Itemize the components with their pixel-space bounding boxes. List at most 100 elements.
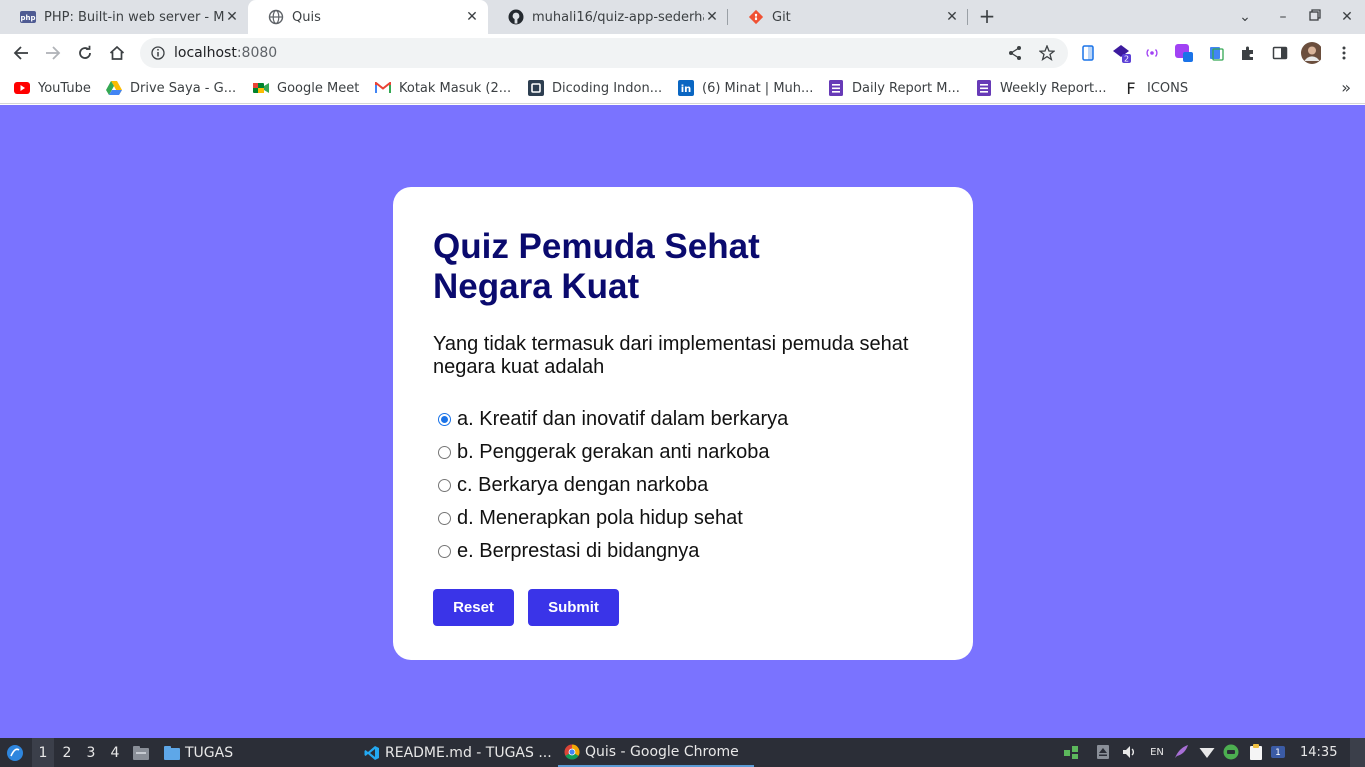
quiz-title: Quiz Pemuda Sehat Negara Kuat: [433, 227, 760, 306]
show-desktop-button[interactable]: [1350, 738, 1365, 767]
profile-avatar[interactable]: [1301, 42, 1321, 64]
bookmark-label: Google Meet: [277, 80, 360, 96]
youtube-icon: [14, 80, 30, 96]
bookmark-dicoding[interactable]: Dicoding Indon...: [528, 78, 662, 98]
bookmark-youtube[interactable]: YouTube: [14, 78, 91, 98]
close-icon[interactable]: ✕: [224, 9, 240, 25]
svg-text:1: 1: [1275, 748, 1281, 758]
bookmark-weekly-report[interactable]: Weekly Report...: [976, 78, 1107, 98]
workspace-1[interactable]: 1: [32, 738, 54, 767]
close-icon[interactable]: ✕: [704, 9, 720, 25]
page-viewport: Quiz Pemuda Sehat Negara Kuat Yang tidak…: [0, 105, 1365, 738]
tab-title: PHP: Built-in web server - Manual: [44, 9, 224, 25]
taskbar-chrome[interactable]: Quis - Google Chrome: [558, 738, 754, 767]
address-bar[interactable]: localhost:8080: [140, 38, 1068, 68]
share-icon[interactable]: [1006, 44, 1024, 62]
bookmark-drive[interactable]: Drive Saya - G...: [106, 78, 236, 98]
tab-git[interactable]: Git ✕: [728, 0, 968, 34]
answer-option-c[interactable]: c. Berkarya dengan narkoba: [433, 469, 933, 502]
radio-button[interactable]: [438, 545, 451, 558]
folder-icon: [164, 745, 180, 761]
forward-button[interactable]: [42, 42, 64, 64]
answer-option-a[interactable]: a. Kreatif dan inovatif dalam berkarya: [433, 403, 933, 436]
tab-title: Quis: [292, 9, 321, 25]
bookmark-label: Weekly Report...: [1000, 80, 1107, 96]
submit-button[interactable]: Submit: [528, 589, 619, 626]
broadcast-extension-icon[interactable]: [1142, 43, 1162, 63]
close-icon[interactable]: ✕: [464, 9, 480, 25]
answer-option-b[interactable]: b. Penggerak gerakan anti narkoba: [433, 436, 933, 469]
extension-badge-icon[interactable]: 2: [1111, 43, 1131, 63]
url-text: localhost:8080: [174, 45, 277, 61]
volume-icon[interactable]: [1121, 744, 1137, 760]
svg-text:php: php: [20, 14, 35, 22]
radio-button[interactable]: [438, 413, 451, 426]
wifi-icon[interactable]: [1199, 744, 1215, 760]
svg-text:F: F: [1126, 80, 1135, 96]
taskbar-folder-tugas[interactable]: TUGAS: [158, 738, 239, 767]
keyboard-language-indicator[interactable]: EN: [1149, 744, 1165, 760]
taskbar-label: Quis - Google Chrome: [585, 743, 739, 760]
restore-icon[interactable]: [1306, 8, 1324, 26]
file-manager-icon[interactable]: [132, 738, 150, 767]
bookmark-linkedin[interactable]: in (6) Minat | Muh...: [678, 78, 813, 98]
reset-button[interactable]: Reset: [433, 589, 514, 626]
close-icon[interactable]: ✕: [944, 9, 960, 25]
workspace-3[interactable]: 3: [80, 738, 102, 767]
back-button[interactable]: [10, 42, 32, 64]
bookmark-label: Daily Report M...: [852, 80, 960, 96]
menu-kebab-icon[interactable]: [1334, 43, 1354, 63]
close-window-icon[interactable]: ✕: [1338, 8, 1356, 26]
bookmarks-overflow-icon[interactable]: »: [1341, 78, 1351, 97]
radio-button[interactable]: [438, 512, 451, 525]
tab-php-manual[interactable]: php PHP: Built-in web server - Manual ✕: [0, 0, 248, 34]
new-tab-button[interactable]: +: [977, 6, 997, 27]
network-manager-icon[interactable]: [1063, 744, 1079, 760]
minimize-icon[interactable]: –: [1274, 8, 1292, 26]
radio-button[interactable]: [438, 479, 451, 492]
tab-quis[interactable]: Quis ✕: [248, 0, 488, 34]
url-port: :8080: [236, 45, 278, 61]
url-host: localhost: [174, 45, 237, 61]
clipboard-icon[interactable]: [1248, 744, 1264, 760]
power-manager-icon[interactable]: [1223, 744, 1239, 760]
bookmark-daily-report[interactable]: Daily Report M...: [828, 78, 960, 98]
bookmark-icons[interactable]: F ICONS: [1123, 78, 1188, 98]
browser-toolbar: localhost:8080 2: [0, 34, 1365, 72]
document-extension-icon[interactable]: [1206, 43, 1226, 63]
answer-option-e[interactable]: e. Berprestasi di bidangnya: [433, 535, 933, 568]
clock[interactable]: 14:35: [1300, 738, 1337, 767]
google-meet-icon: [253, 80, 269, 96]
reload-button[interactable]: [74, 42, 96, 64]
quiz-card: Quiz Pemuda Sehat Negara Kuat Yang tidak…: [393, 187, 973, 660]
tab-github[interactable]: muhali16/quiz-app-sederhana ✕: [488, 0, 728, 34]
feather-icon[interactable]: [1173, 744, 1189, 760]
tab-title: Git: [772, 9, 791, 25]
site-info-icon[interactable]: [150, 45, 166, 61]
answer-label: d. Menerapkan pola hidup sehat: [457, 507, 743, 529]
notification-icon[interactable]: 1: [1270, 744, 1286, 760]
eject-icon[interactable]: [1095, 744, 1111, 760]
workspace-2[interactable]: 2: [56, 738, 78, 767]
taskbar-vscode[interactable]: README.md - TUGAS ...: [358, 738, 558, 767]
extensions-puzzle-icon[interactable]: [1238, 43, 1258, 63]
side-panel-icon[interactable]: [1270, 43, 1290, 63]
tab-search-icon[interactable]: ⌄: [1236, 8, 1254, 26]
taskbar-label: TUGAS: [185, 744, 234, 761]
tab-separator: [967, 9, 968, 25]
bookmark-star-icon[interactable]: [1038, 44, 1056, 62]
vscode-icon: [364, 745, 380, 761]
home-button[interactable]: [106, 42, 128, 64]
os-taskbar: 1 2 3 4 TUGAS README.md - TUGAS ... Quis…: [0, 738, 1365, 767]
reader-extension-icon[interactable]: [1078, 43, 1098, 63]
bookmark-meet[interactable]: Google Meet: [253, 78, 359, 98]
radio-button[interactable]: [438, 446, 451, 459]
bookmarks-bar: YouTube Drive Saya - G... Google Meet Ko…: [0, 72, 1365, 104]
forms-icon: [828, 80, 844, 96]
bookmark-gmail[interactable]: Kotak Masuk (2...: [375, 78, 511, 98]
answer-label: a. Kreatif dan inovatif dalam berkarya: [457, 408, 789, 430]
start-menu-icon[interactable]: [4, 738, 26, 767]
answer-option-d[interactable]: d. Menerapkan pola hidup sehat: [433, 502, 933, 535]
workspace-4[interactable]: 4: [104, 738, 126, 767]
pen-extension-icon[interactable]: [1174, 43, 1194, 63]
